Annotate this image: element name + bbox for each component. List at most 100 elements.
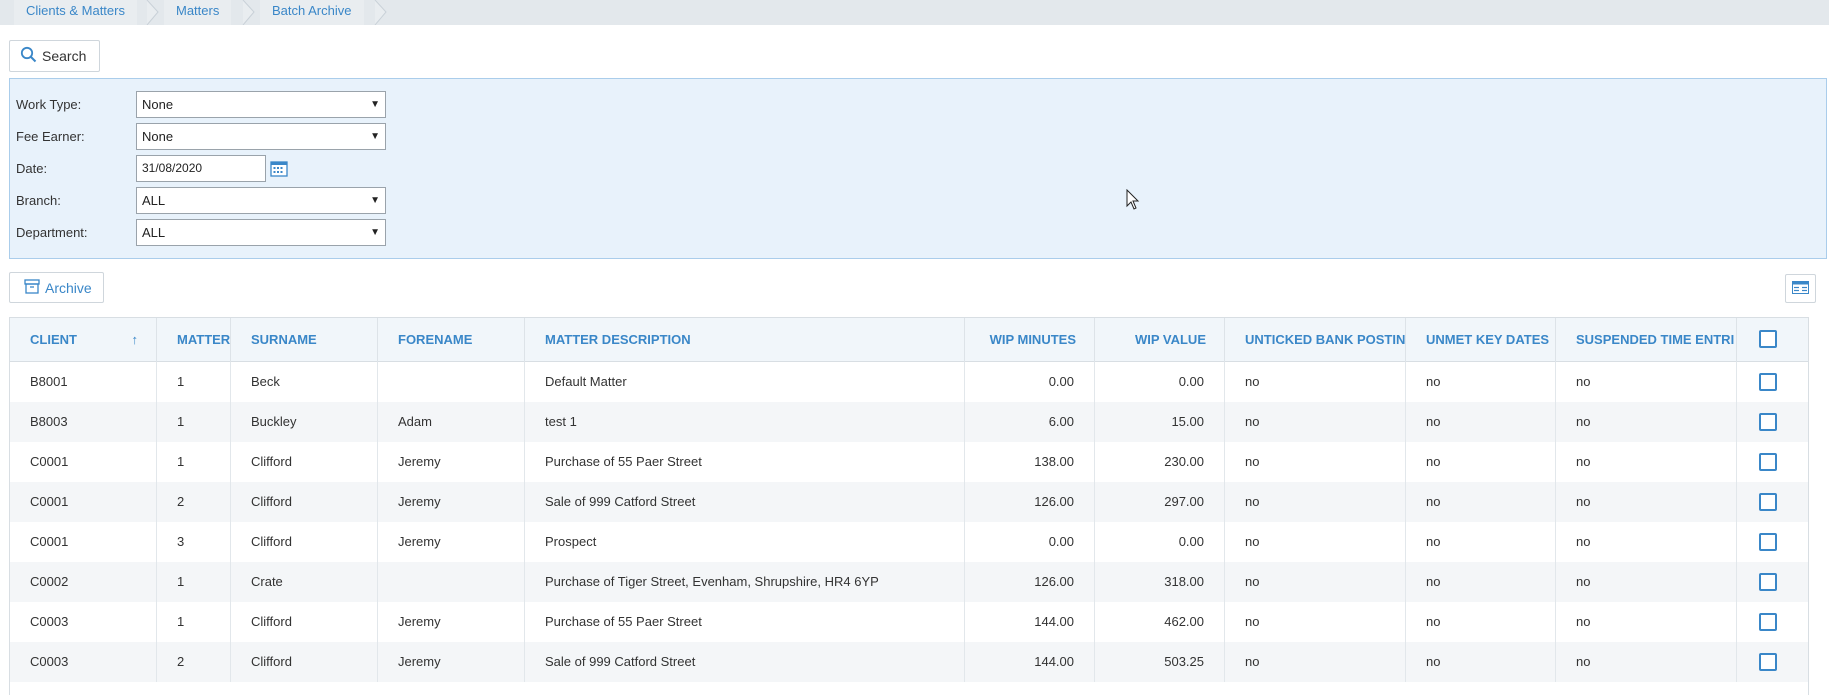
work-type-select[interactable]: None ▼ [136, 90, 386, 118]
column-header-suspended-time-entries[interactable]: SUSPENDED TIME ENTRI [1556, 318, 1737, 362]
row-select-checkbox[interactable] [1759, 613, 1777, 631]
column-header-forename[interactable]: FORENAME [378, 318, 525, 362]
cell-matter-description: Purchase of 55 Paer Street [525, 442, 965, 482]
cell-suspended-time-entries: no [1556, 522, 1737, 562]
cell-suspended-time-entries: no [1556, 402, 1737, 442]
column-header-unmet-key-dates[interactable]: UNMET KEY DATES [1406, 318, 1556, 362]
column-header-client[interactable]: CLIENT ↑ [10, 318, 157, 362]
cell-matter-description: Default Matter [525, 362, 965, 402]
table-row[interactable]: B8001 1 Beck Default Matter 0.00 0.00 no no no [10, 362, 1808, 402]
cell-unmet-key-dates: no [1406, 522, 1556, 562]
cell-surname: Clifford [231, 522, 378, 562]
cell-unmet-key-dates: no [1406, 642, 1556, 682]
cell-suspended-time-entries: no [1556, 482, 1737, 522]
work-type-label: Work Type: [16, 96, 82, 112]
branch-select[interactable]: ALL ▼ [136, 186, 386, 214]
table-row[interactable]: C0002 1 Crate Purchase of Tiger Street, Eve… [10, 562, 1808, 602]
row-select-checkbox[interactable] [1759, 373, 1777, 391]
cell-client: B8001 [10, 362, 157, 402]
breadcrumb-separator-icon [146, 0, 160, 25]
cell-matter-description: test 1 [525, 402, 965, 442]
column-header-unticked-bank-postings[interactable]: UNTICKED BANK POSTIN [1225, 318, 1406, 362]
filter-department: Department: ALL ▼ [16, 218, 386, 246]
select-all-checkbox[interactable] [1759, 330, 1777, 348]
row-select-checkbox[interactable] [1759, 453, 1777, 471]
column-chooser-button[interactable] [1785, 274, 1816, 303]
sort-ascending-icon: ↑ [131, 332, 139, 347]
cell-unticked-bank-postings: no [1225, 402, 1406, 442]
mouse-cursor-icon [1126, 189, 1140, 210]
column-header-surname[interactable]: SURNAME [231, 318, 378, 362]
cell-matter-description: Sale of 999 Catford Street [525, 482, 965, 522]
table-row[interactable]: C0001 3 Clifford Jeremy Prospect 0.00 0.00 no no… [10, 522, 1808, 562]
row-select-checkbox[interactable] [1759, 533, 1777, 551]
filter-fee-earner: Fee Earner: None ▼ [16, 122, 386, 150]
cell-client: C0001 [10, 442, 157, 482]
fee-earner-value: None [142, 128, 174, 144]
cell-surname: Clifford [231, 442, 378, 482]
cell-unticked-bank-postings: no [1225, 482, 1406, 522]
breadcrumb-batch-archive[interactable]: Batch Archive [260, 0, 364, 25]
cell-wip-value: 0.00 [1095, 362, 1225, 402]
cell-wip-value: 15.00 [1095, 402, 1225, 442]
archive-button[interactable]: Archive [9, 272, 104, 303]
cell-suspended-time-entries: no [1556, 442, 1737, 482]
search-icon [20, 46, 37, 66]
table-row[interactable]: C0003 2 Clifford Jeremy Sale of 999 Catford … [10, 642, 1808, 682]
row-select-checkbox[interactable] [1759, 413, 1777, 431]
cell-matter: 1 [157, 402, 231, 442]
table-row[interactable]: C0003 1 Clifford Jeremy Purchase of 55 Paer … [10, 602, 1808, 642]
cell-matter: 2 [157, 482, 231, 522]
cell-wip-value: 503.25 [1095, 642, 1225, 682]
branch-value: ALL [142, 192, 166, 208]
column-chooser-icon [1792, 280, 1809, 297]
search-button[interactable]: Search [9, 40, 100, 72]
cell-client: C0002 [10, 562, 157, 602]
calendar-icon[interactable] [270, 159, 288, 177]
cell-client: C0001 [10, 522, 157, 562]
cell-forename: Jeremy [378, 442, 525, 482]
cell-wip-value: 230.00 [1095, 442, 1225, 482]
row-select-checkbox[interactable] [1759, 573, 1777, 591]
cell-matter: 1 [157, 602, 231, 642]
row-select-checkbox[interactable] [1759, 493, 1777, 511]
table-row[interactable]: C0001 2 Clifford Jeremy Sale of 999 Catford … [10, 482, 1808, 522]
cell-unmet-key-dates: no [1406, 442, 1556, 482]
column-header-matter-description[interactable]: MATTER DESCRIPTION [525, 318, 965, 362]
cell-suspended-time-entries: no [1556, 362, 1737, 402]
cell-forename: Jeremy [378, 602, 525, 642]
cell-forename: Jeremy [378, 482, 525, 522]
date-input[interactable]: 31/08/2020 [136, 154, 266, 182]
cell-forename: Adam [378, 402, 525, 442]
date-label: Date: [16, 160, 48, 176]
cell-forename [378, 362, 525, 402]
cell-wip-minutes: 144.00 [965, 602, 1095, 642]
cell-wip-value: 297.00 [1095, 482, 1225, 522]
chevron-down-icon: ▼ [370, 194, 380, 206]
cell-client: B8003 [10, 402, 157, 442]
column-header-wip-value[interactable]: WIP VALUE [1095, 318, 1225, 362]
column-header-wip-minutes[interactable]: WIP MINUTES [965, 318, 1095, 362]
cell-wip-value: 462.00 [1095, 602, 1225, 642]
cell-unmet-key-dates: no [1406, 362, 1556, 402]
cell-suspended-time-entries: no [1556, 642, 1737, 682]
search-button-label: Search [42, 48, 87, 64]
cell-matter-description: Sale of 999 Catford Street [525, 642, 965, 682]
row-select-checkbox[interactable] [1759, 653, 1777, 671]
cell-wip-value: 318.00 [1095, 562, 1225, 602]
department-select[interactable]: ALL ▼ [136, 218, 386, 246]
cell-unticked-bank-postings: no [1225, 562, 1406, 602]
breadcrumb-clients-matters[interactable]: Clients & Matters [14, 0, 137, 25]
breadcrumb-matters[interactable]: Matters [164, 0, 232, 25]
filter-date: Date: 31/08/2020 [16, 154, 288, 182]
cell-forename: Jeremy [378, 642, 525, 682]
cell-suspended-time-entries: no [1556, 562, 1737, 602]
column-header-matter[interactable]: MATTER [157, 318, 231, 362]
table-row[interactable]: B8003 1 Buckley Adam test 1 6.00 15.00 no no no [10, 402, 1808, 442]
table-row[interactable]: C0001 1 Clifford Jeremy Purchase of 55 Paer … [10, 442, 1808, 482]
work-type-value: None [142, 96, 174, 112]
fee-earner-select[interactable]: None ▼ [136, 122, 386, 150]
cell-surname: Crate [231, 562, 378, 602]
cell-matter-description: Purchase of 55 Paer Street [525, 602, 965, 642]
filter-panel: Work Type: None ▼ Fee Earner: None ▼ Dat… [9, 78, 1827, 259]
